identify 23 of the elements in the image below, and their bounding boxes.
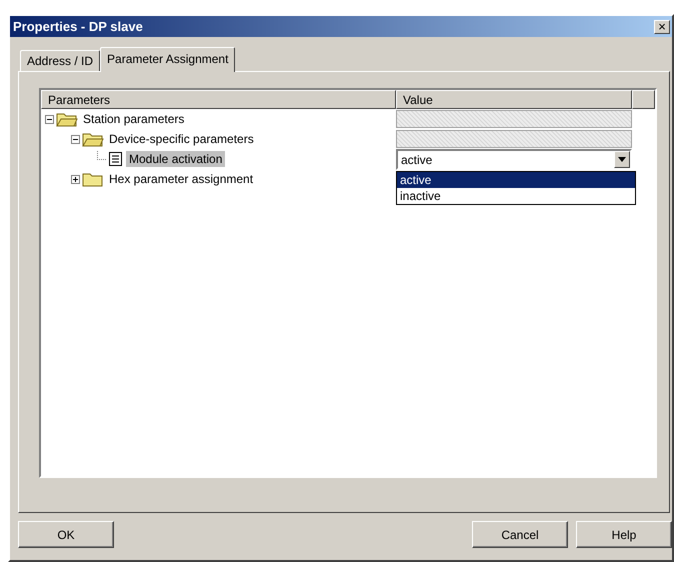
column-header[interactable]: Parameters xyxy=(41,90,396,109)
window-title: Properties - DP slave xyxy=(13,19,143,34)
collapse-icon[interactable] xyxy=(71,134,80,144)
collapse-icon[interactable] xyxy=(45,114,54,124)
document-icon xyxy=(108,151,124,167)
value-dropdown[interactable]: active xyxy=(396,149,632,170)
folder-icon xyxy=(82,171,104,187)
close-button[interactable]: × xyxy=(654,20,670,34)
tree-item[interactable]: Hex parameter assignment xyxy=(106,171,256,187)
dropdown-option[interactable]: active xyxy=(397,172,635,188)
tab[interactable]: Address / ID xyxy=(20,50,100,71)
column-header[interactable]: Value xyxy=(396,90,632,109)
ok-button[interactable]: OK xyxy=(18,521,114,548)
folder-icon xyxy=(82,131,104,147)
dropdown-option[interactable]: inactive xyxy=(397,188,635,204)
expand-icon[interactable] xyxy=(71,174,80,184)
help-button[interactable]: Help xyxy=(576,521,672,548)
folder-icon xyxy=(56,111,78,127)
tree-item[interactable]: Module activation xyxy=(126,151,226,167)
tree-item[interactable]: Device-specific parameters xyxy=(106,131,257,147)
cancel-button[interactable]: Cancel xyxy=(472,521,568,548)
tree-item[interactable]: Station parameters xyxy=(80,111,188,127)
tab[interactable]: Parameter Assignment xyxy=(100,47,236,72)
